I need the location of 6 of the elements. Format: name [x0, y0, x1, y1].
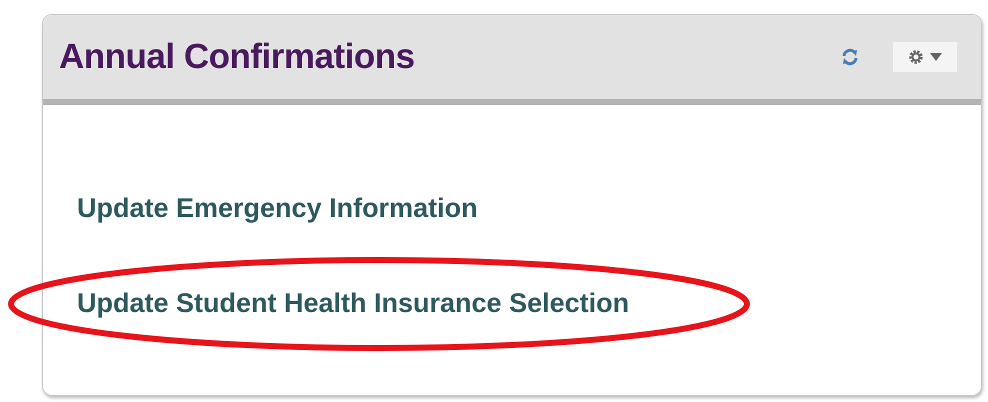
gear-icon [908, 49, 924, 65]
caret-icon [930, 53, 942, 61]
panel-title: Annual Confirmations [59, 37, 416, 77]
menu-link[interactable]: Update Emergency Information [77, 193, 478, 223]
refresh-icon[interactable] [841, 47, 859, 67]
settings-menu-button[interactable] [893, 42, 957, 72]
